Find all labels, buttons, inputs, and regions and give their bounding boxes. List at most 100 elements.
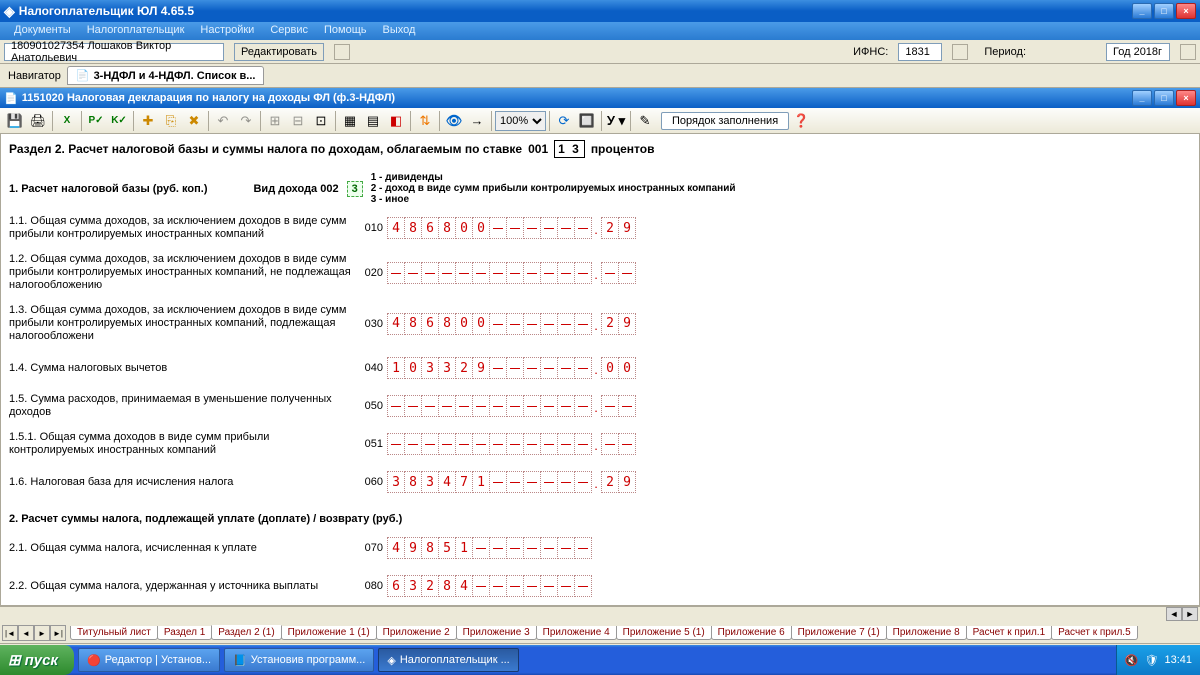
tree-button-3[interactable]: ⊡ [310, 110, 332, 132]
tray-icon-1[interactable]: 🔇 [1125, 654, 1139, 667]
task-item-1[interactable]: 🔴Редактор | Установ... [78, 648, 220, 672]
start-button[interactable]: ⊞ пуск [0, 645, 74, 675]
row-code: 040 [359, 362, 387, 374]
doc-close-button[interactable]: × [1176, 90, 1196, 106]
tab-last-button[interactable]: ►| [50, 625, 66, 641]
vid-description: 1 - дивиденды 2 - доход в виде сумм приб… [371, 172, 736, 205]
sheet-tab[interactable]: Титульный лист [70, 626, 158, 640]
row-label: 1.5.1. Общая сумма доходов в виде сумм п… [9, 431, 359, 457]
sheet-tab[interactable]: Приложение 1 (1) [281, 626, 377, 640]
delete-button[interactable]: ✖ [183, 110, 205, 132]
vid-input[interactable]: 3 [347, 181, 363, 197]
print-button[interactable]: 🖨 [27, 110, 49, 132]
sheet-tab[interactable]: Раздел 1 [157, 626, 212, 640]
value-cells[interactable]: 486800.29 [387, 313, 635, 335]
sheet-tab[interactable]: Расчет к прил.5 [1051, 626, 1137, 640]
field-row: 2.1. Общая сумма налога, исчисленная к у… [9, 535, 1191, 561]
vid-label: Вид дохода 002 [253, 183, 338, 195]
y-button[interactable]: У ▾ [605, 110, 627, 132]
doc-maximize-button[interactable]: □ [1154, 90, 1174, 106]
find-button[interactable]: 👁 [443, 110, 465, 132]
zoom-select[interactable]: 100% [495, 111, 546, 131]
value-cells[interactable]: 383471.29 [387, 471, 635, 493]
doc-minimize-button[interactable]: _ [1132, 90, 1152, 106]
edit-tool-button[interactable]: ✎ [634, 110, 656, 132]
menu-help[interactable]: Помощь [316, 22, 375, 40]
value-cells[interactable]: 63284 [387, 575, 591, 597]
tray-icon-2[interactable]: 🛡 [1145, 654, 1159, 667]
year-more-button[interactable] [1180, 44, 1196, 60]
value-cells[interactable]: . [387, 433, 635, 455]
app-icon: ◈ [4, 3, 15, 20]
rate-input[interactable]: 1 3 [554, 140, 585, 158]
ifns-more-button[interactable] [952, 44, 968, 60]
sheet-tab[interactable]: Расчет к прил.1 [966, 626, 1052, 640]
goto-button[interactable]: → [466, 110, 488, 132]
view-button-1[interactable]: ▦ [339, 110, 361, 132]
tree-button-2[interactable]: ⊟ [287, 110, 309, 132]
view-button-3[interactable]: ◧ [385, 110, 407, 132]
sheet-tab[interactable]: Приложение 7 (1) [791, 626, 887, 640]
close-button[interactable]: × [1176, 3, 1196, 19]
row-label: 1.6. Налоговая база для исчисления налог… [9, 476, 359, 489]
value-cells[interactable]: 103329.00 [387, 357, 635, 379]
sheet-tab[interactable]: Раздел 2 (1) [211, 625, 281, 640]
help-button[interactable]: ❓ [790, 110, 812, 132]
minimize-button[interactable]: _ [1132, 3, 1152, 19]
tab-first-button[interactable]: |◄ [2, 625, 18, 641]
sort-button[interactable]: ⇅ [414, 110, 436, 132]
info-bar: 180901027354 Лошаков Виктор Анатольевич … [0, 40, 1200, 64]
tray-clock: 13:41 [1164, 654, 1192, 666]
row-code: 070 [359, 542, 387, 554]
edit-button[interactable]: Редактировать [234, 43, 324, 61]
check-k-button[interactable]: K✓ [108, 110, 130, 132]
menu-service[interactable]: Сервис [262, 22, 316, 40]
task-item-3[interactable]: ◈Налогоплательщик ... [378, 648, 518, 672]
menu-exit[interactable]: Выход [375, 22, 424, 40]
value-cells[interactable]: 486800.29 [387, 217, 635, 239]
taxpayer-display: 180901027354 Лошаков Виктор Анатольевич [4, 43, 224, 61]
row-label: 1.1. Общая сумма доходов, за исключением… [9, 215, 359, 241]
tab-next-button[interactable]: ► [34, 625, 50, 641]
value-cells[interactable]: 49851 [387, 537, 591, 559]
field-row: 1.1. Общая сумма доходов, за исключением… [9, 215, 1191, 241]
sheet-tab[interactable]: Приложение 4 [536, 626, 617, 640]
row-label: 2.2. Общая сумма налога, удержанная у ис… [9, 580, 359, 593]
value-cells[interactable]: . [387, 395, 635, 417]
row-label: 1.3. Общая сумма доходов, за исключением… [9, 304, 359, 343]
system-tray[interactable]: 🔇 🛡 13:41 [1116, 645, 1200, 675]
sheet-tab[interactable]: Приложение 8 [886, 626, 967, 640]
add-button[interactable]: ✚ [137, 110, 159, 132]
menu-taxpayer[interactable]: Налогоплательщик [79, 22, 193, 40]
undo-button[interactable]: ↶ [212, 110, 234, 132]
color-button[interactable]: 🔲 [576, 110, 598, 132]
row-code: 030 [359, 318, 387, 330]
excel-button[interactable]: X [56, 110, 78, 132]
menu-settings[interactable]: Настройки [192, 22, 262, 40]
row-code: 080 [359, 580, 387, 592]
tab-prev-button[interactable]: ◄ [18, 625, 34, 641]
sheet-tab[interactable]: Приложение 2 [376, 626, 457, 640]
sheet-tab[interactable]: Приложение 3 [456, 626, 537, 640]
task-item-2[interactable]: 📘Установив программ... [224, 648, 374, 672]
tree-button-1[interactable]: ⊞ [264, 110, 286, 132]
copy-button[interactable]: ⎘ [160, 110, 182, 132]
fill-order-button[interactable]: Порядок заполнения [661, 112, 789, 130]
save-button[interactable]: 💾 [4, 110, 26, 132]
maximize-button[interactable]: □ [1154, 3, 1174, 19]
field-row: 1.5.1. Общая сумма доходов в виде сумм п… [9, 431, 1191, 457]
hscroll-right[interactable]: ► [1182, 607, 1198, 621]
document-tab[interactable]: 📄 3-НДФЛ и 4-НДФЛ. Список в... [67, 66, 265, 85]
view-button-2[interactable]: ▤ [362, 110, 384, 132]
sheet-tab[interactable]: Приложение 6 [711, 626, 792, 640]
check-p-button[interactable]: P✓ [85, 110, 107, 132]
value-cells[interactable]: . [387, 262, 635, 284]
hscroll-left[interactable]: ◄ [1166, 607, 1182, 621]
taxpayer-more-button[interactable] [334, 44, 350, 60]
refresh-button[interactable]: ⟳ [553, 110, 575, 132]
doc-tab-label: 3-НДФЛ и 4-НДФЛ. Список в... [94, 70, 256, 82]
menu-documents[interactable]: Документы [6, 22, 79, 40]
sheet-tab[interactable]: Приложение 5 (1) [616, 626, 712, 640]
row-code: 020 [359, 267, 387, 279]
redo-button[interactable]: ↷ [235, 110, 257, 132]
